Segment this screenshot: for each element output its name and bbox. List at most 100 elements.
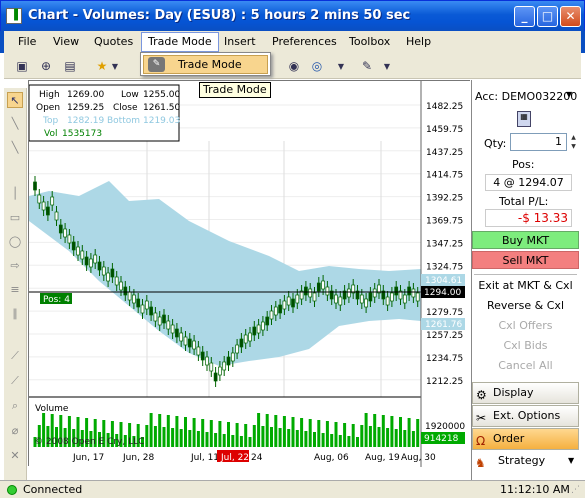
display-settings-button[interactable]: ⚙Display Settings	[472, 382, 579, 419]
volume-bar	[265, 414, 269, 447]
volume-bar	[274, 415, 278, 447]
fibonacci-tool-icon[interactable]: ≡	[7, 282, 23, 298]
trade-mode-toolbar-icon[interactable]: ✎	[357, 56, 377, 76]
ext-options-button[interactable]: ✂ Ext. Options	[472, 405, 579, 427]
price-bar-body	[243, 334, 248, 344]
volume-bar	[390, 416, 394, 447]
magnet-tool-icon[interactable]: ⌀	[7, 423, 23, 439]
navigate-icon[interactable]: ◎	[307, 56, 327, 76]
volume-bar	[205, 432, 209, 447]
order-attaching-button[interactable]: ΩOrder Attaching	[472, 428, 579, 465]
strategy-button[interactable]: ♞ Strategy ▼	[472, 451, 579, 473]
strategy-dropdown-icon[interactable]: ▼	[568, 451, 574, 471]
menu-view[interactable]: View	[53, 35, 79, 48]
arrow-tool-icon[interactable]: ⇨	[7, 258, 23, 274]
trade-mode-icon: ✎	[148, 57, 165, 72]
qty-input[interactable]: 1	[510, 133, 567, 151]
price-bar-body	[411, 288, 416, 298]
price-bar-body	[415, 292, 420, 302]
sell-market-button[interactable]: Sell MKT	[472, 251, 579, 269]
favorites-star-icon[interactable]: ★	[92, 56, 112, 76]
account-dropdown-icon[interactable]: ▼	[566, 90, 572, 99]
volume-bar	[270, 427, 273, 447]
menu-quotes[interactable]: Quotes	[94, 35, 133, 48]
menu-file[interactable]: File	[18, 35, 36, 48]
date-tick-label: Aug, 06	[314, 453, 349, 463]
volume-bar	[360, 425, 364, 447]
menu-trade-mode[interactable]: Trade Mode	[141, 32, 219, 52]
price-tick-label: 1392.25	[426, 194, 463, 204]
price-bar-body	[80, 250, 85, 260]
price-bar-body	[46, 206, 50, 216]
ray-tool-icon[interactable]: ╲	[7, 140, 23, 156]
toolbar-dropdown-icon[interactable]: ▼	[336, 56, 346, 76]
cancel-offers-button[interactable]: Cxl Offers	[472, 319, 579, 332]
volume-bar	[330, 434, 334, 447]
lower-band-label: 1261.76	[425, 320, 462, 330]
circle-tool-icon[interactable]: ◉	[284, 56, 304, 76]
maximize-button[interactable]: □	[537, 6, 558, 27]
cursor-tool-icon[interactable]: ↖	[7, 92, 23, 108]
price-bar-body	[101, 266, 106, 276]
volume-current-label: 914218	[424, 434, 459, 444]
price-bar-body	[239, 338, 244, 348]
ohlc-open-value: 1259.25	[67, 103, 104, 113]
delete-tool-icon[interactable]: ✕	[7, 448, 23, 464]
calculator-icon[interactable]: ▦	[517, 111, 531, 127]
add-study-icon[interactable]: ⊕	[36, 56, 56, 76]
vertical-line-icon[interactable]: │	[7, 186, 23, 202]
line-tool-icon[interactable]: ╲	[7, 116, 23, 132]
ellipse-tool-icon[interactable]: ◯	[7, 234, 23, 250]
close-button[interactable]: ✕	[560, 6, 581, 27]
status-bar: Connected 11:12:10 AM ⋰	[0, 480, 585, 498]
title-bar: ▐ Chart - Volumes: Day (ESU8) : 5 hours …	[0, 0, 585, 31]
dropdown-item-trade-mode[interactable]: ✎ Trade Mode	[143, 55, 268, 74]
reverse-cancel-button[interactable]: Reverse & Cxl	[472, 299, 579, 312]
volume-bar	[235, 423, 239, 447]
volume-bar	[218, 421, 222, 447]
trade-mode-dropdown-icon[interactable]: ▼	[382, 56, 392, 76]
exit-at-market-button[interactable]: Exit at MKT & Cxl	[472, 279, 579, 292]
menu-preferences[interactable]: Preferences	[272, 35, 337, 48]
price-tick-label: 1437.25	[426, 148, 463, 158]
volume-bar	[334, 422, 338, 447]
volume-bar	[153, 426, 157, 447]
volume-bar	[411, 431, 415, 447]
minimize-button[interactable]: _	[514, 6, 535, 27]
menu-help[interactable]: Help	[406, 35, 431, 48]
volume-bar	[201, 419, 205, 447]
price-bar-body	[385, 296, 390, 306]
new-chart-icon[interactable]: ▣	[12, 56, 32, 76]
price-bar-body	[93, 254, 98, 264]
cancel-all-button[interactable]: Cancel All	[472, 359, 579, 372]
channel-tool-icon[interactable]: ∥	[7, 306, 23, 322]
cancel-bids-button[interactable]: Cxl Bids	[472, 339, 579, 352]
chart-settings-icon[interactable]: ▤	[60, 56, 80, 76]
price-bar-body	[372, 288, 377, 298]
price-bar-body	[261, 321, 265, 331]
menu-toolbox[interactable]: Toolbox	[349, 35, 390, 48]
price-bar-body	[282, 300, 287, 310]
ohlc-open-label: Open	[36, 103, 60, 113]
account-selector[interactable]: Acc: DEMO032200	[475, 90, 577, 103]
price-chart[interactable]: 1482.25 1459.75 1437.25 1414.75 1392.25 1369.…	[28, 81, 471, 467]
price-bar-body	[316, 282, 321, 292]
drawing-tools-panel: ↖ ╲ ╲ │ ▭ ◯ ⇨ ≡ ∥ ⟋ ⟋ ⌕ ⌀ ✕	[4, 88, 27, 486]
volume-axis-label: 1920000	[425, 422, 465, 432]
connection-status: Connected	[23, 483, 83, 496]
date-tick-label: Jun, 17	[72, 453, 104, 463]
zoom-tool-icon[interactable]: ⌕	[7, 398, 23, 414]
favorites-dropdown-icon[interactable]: ▼	[110, 56, 120, 76]
fan-tool-icon[interactable]: ⟋	[7, 373, 23, 389]
chart-area[interactable]: 1482.25 1459.75 1437.25 1414.75 1392.25 1369.…	[28, 80, 471, 467]
window-title: Chart - Volumes: Day (ESU8) : 5 hours 2 …	[28, 8, 411, 23]
ohlc-top-label: Top	[42, 116, 58, 126]
buy-market-button[interactable]: Buy MKT	[472, 231, 579, 249]
menu-insert[interactable]: Insert	[224, 35, 256, 48]
pitchfork-tool-icon[interactable]: ⟋	[7, 348, 23, 364]
resize-grip-icon[interactable]: ⋰	[571, 485, 580, 495]
price-tick-label: 1482.25	[426, 102, 463, 112]
volume-bar	[381, 415, 385, 447]
text-tool-icon[interactable]: ▭	[7, 210, 23, 226]
qty-stepper[interactable]: ▲ ▼	[568, 133, 579, 151]
